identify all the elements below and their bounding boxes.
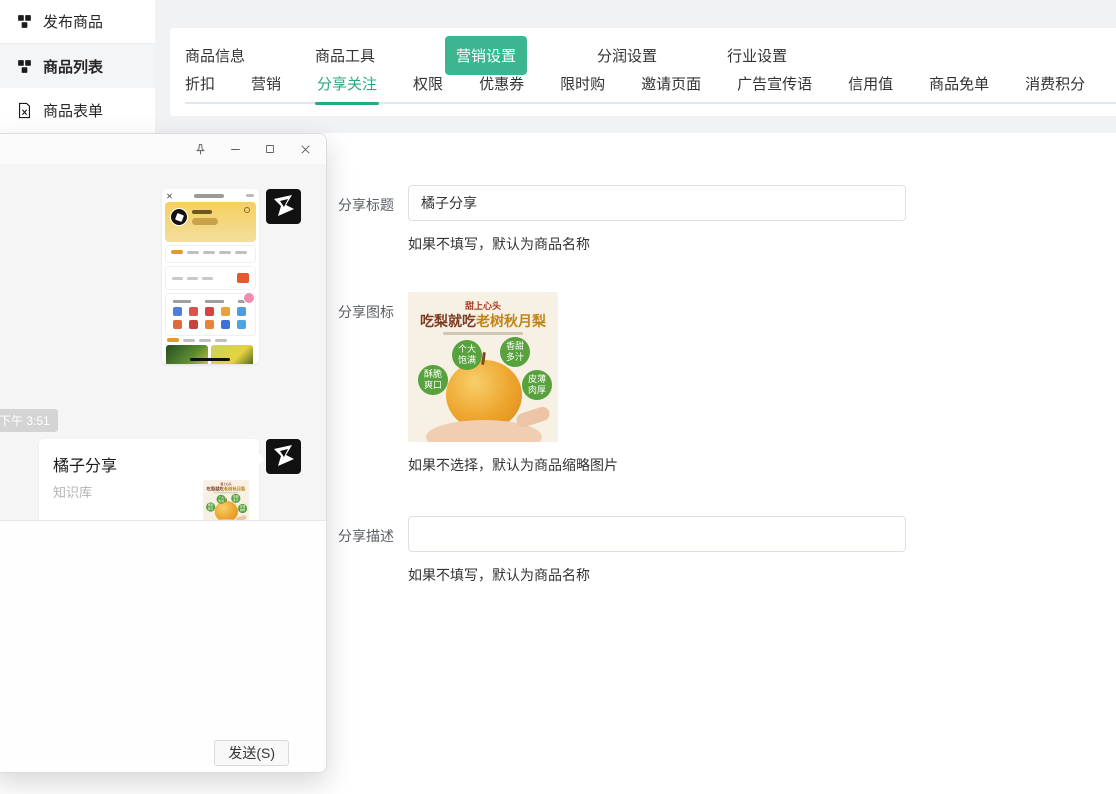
tab-profit-settings[interactable]: 分润设置 [597,45,657,66]
secondary-tabs: 折扣 营销 分享关注 权限 优惠券 限时购 邀请页面 广告宣传语 信用值 商品免… [170,72,1116,104]
subtab-coupons[interactable]: 优惠券 [479,73,524,104]
promo-badge: 个大饱满 [452,340,482,370]
window-titlebar [0,134,326,164]
share-icon-image[interactable]: 甜上心头 吃梨就吃老树秋月梨 个大饱满 香甜多汁 酥脆爽口 皮薄肉厚 [408,292,558,442]
file-x-icon [14,100,34,120]
chat-message-area: ‹ › 下午 3:51 橘子分享 知识库 甜上心头 [0,164,326,520]
phone-avatar [170,208,188,226]
phone-stats-panel [165,266,256,290]
phone-username-bar [192,210,212,214]
subtab-consume-points[interactable]: 消费积分 [1025,73,1085,104]
app-root: 发布商品 商品列表 商品表单 商品信息 商品工具 营销设置 分润设置 行业设置 … [0,0,1116,794]
tab-product-info[interactable]: 商品信息 [185,45,245,66]
cubes-icon [14,56,34,76]
chat-compose-area[interactable]: 发送(S) [0,520,326,772]
phone-screenshot-image[interactable]: ‹ › [162,189,259,364]
share-title-label: 分享标题 [338,185,400,215]
pin-icon[interactable] [193,142,207,156]
subtab-flash-sale[interactable]: 限时购 [560,73,605,104]
send-button[interactable]: 发送(S) [214,740,289,766]
close-icon[interactable] [298,142,312,156]
phone-floating-button [243,292,255,304]
promo-badge: 香甜多汁 [500,337,530,367]
minimize-icon[interactable] [228,142,242,156]
share-settings-form: 分享标题 如果不填写，默认为商品名称 分享图标 甜上心头 吃梨就吃老树秋月梨 [338,185,978,585]
hand-thumb [515,405,552,429]
subtab-marketing[interactable]: 营销 [251,73,281,104]
sidebar-item-label: 商品列表 [43,56,103,77]
phone-vip-badge [192,218,218,225]
subtab-ad-slogan[interactable]: 广告宣传语 [737,73,812,104]
subtab-share-follow[interactable]: 分享关注 [317,73,377,104]
sidebar: 发布商品 商品列表 商品表单 [0,0,155,133]
user-avatar[interactable] [266,439,301,474]
share-desc-label: 分享描述 [338,516,400,546]
promo-badge: 酥脆爽口 [418,365,448,395]
primary-tabs: 商品信息 商品工具 营销设置 分润设置 行业设置 [170,28,1116,72]
share-icon-label: 分享图标 [338,292,400,322]
cubes-icon [14,12,34,32]
subtab-permissions[interactable]: 权限 [413,73,443,104]
share-title-hint: 如果不填写，默认为商品名称 [408,234,978,254]
share-desc-hint: 如果不填写，默认为商品名称 [408,565,978,585]
share-title-row: 分享标题 [338,185,978,221]
subtab-invite-page[interactable]: 邀请页面 [641,73,701,104]
phone-title-bar [194,194,224,198]
share-card-title: 橘子分享 [53,452,245,476]
phone-food-tabs [162,336,259,343]
user-avatar[interactable] [266,189,301,224]
share-icon-row: 分享图标 甜上心头 吃梨就吃老树秋月梨 个大饱满 香甜多汁 酥脆爽口 皮薄肉厚 [338,292,978,442]
phone-menu-panel [165,245,256,263]
share-icon-hint: 如果不选择，默认为商品缩略图片 [408,455,978,475]
tab-product-tools[interactable]: 商品工具 [315,45,375,66]
subtab-free-order[interactable]: 商品免单 [929,73,989,104]
sidebar-item-label: 发布商品 [43,11,103,32]
settings-tab-card: 商品信息 商品工具 营销设置 分润设置 行业设置 折扣 营销 分享关注 权限 优… [170,28,1116,116]
sidebar-item-product-list[interactable]: 商品列表 [0,44,155,88]
promo-subline [443,332,523,335]
phone-close-icon [167,193,172,198]
tab-industry-settings[interactable]: 行业设置 [727,45,787,66]
phone-profile-card [165,202,256,242]
tab-marketing-settings[interactable]: 营销设置 [445,36,527,75]
share-desc-input[interactable] [408,516,906,552]
chat-timestamp: 下午 3:51 [0,409,58,432]
chat-message-screenshot: ‹ › [162,189,301,364]
promo-badge: 皮薄肉厚 [522,370,552,400]
phone-home-indicator [190,358,230,361]
phone-red-icon [237,273,249,283]
chat-preview-window: ‹ › 下午 3:51 橘子分享 知识库 甜上心头 [0,133,327,773]
promo-headline: 吃梨就吃老树秋月梨 [408,311,558,331]
sidebar-item-label: 商品表单 [43,100,103,121]
share-desc-row: 分享描述 [338,516,978,552]
share-title-input[interactable] [408,185,906,221]
subtab-credit-value[interactable]: 信用值 [848,73,893,104]
maximize-icon[interactable] [263,142,277,156]
phone-header [162,189,259,202]
bubble-arrow [258,453,264,465]
subtab-discount[interactable]: 折扣 [185,73,215,104]
sidebar-item-product-form[interactable]: 商品表单 [0,88,155,132]
phone-more-icon [246,194,254,197]
phone-bell-icon [244,207,250,213]
sidebar-item-publish-product[interactable]: 发布商品 [0,0,155,44]
